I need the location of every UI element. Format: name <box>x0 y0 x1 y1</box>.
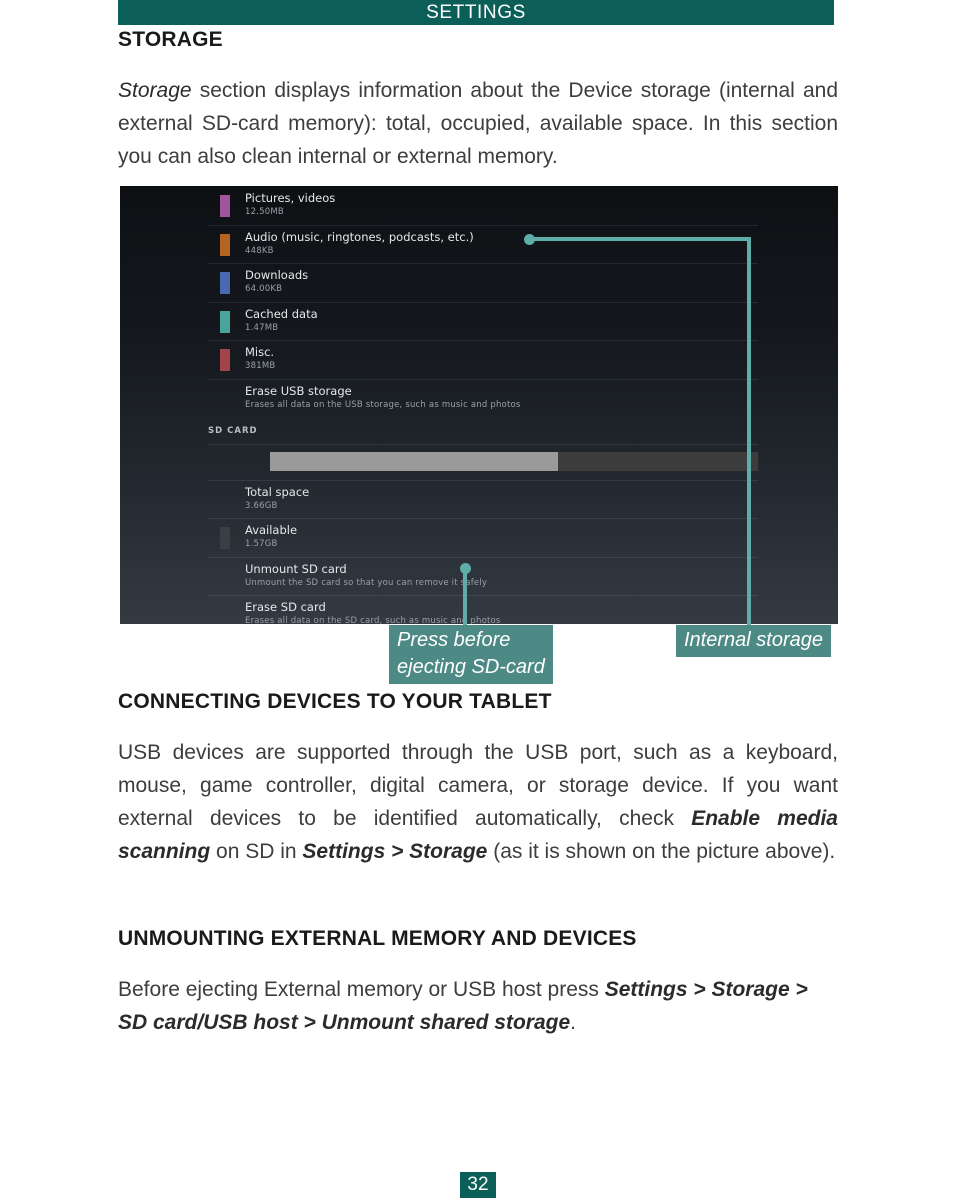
row-subtitle: 448KB <box>245 245 274 256</box>
storage-row[interactable]: Misc. 381MB <box>120 340 838 379</box>
sd-usage-bar <box>270 451 758 471</box>
storage-group-header: SD CARD <box>120 418 838 444</box>
page-number-value: 32 <box>467 1174 489 1195</box>
row-divider <box>208 595 758 597</box>
storage-row[interactable]: Available 1.57GB <box>120 518 838 557</box>
category-color-chip <box>220 272 230 295</box>
row-subtitle: 3.66GB <box>245 500 278 511</box>
category-color-chip <box>220 310 230 333</box>
storage-row[interactable]: Total space 3.66GB <box>120 479 838 519</box>
row-divider <box>208 224 758 226</box>
row-subtitle: Unmount the SD card so that you can remo… <box>245 577 488 588</box>
row-title: Erase USB storage <box>245 383 352 398</box>
row-title: Audio (music, ringtones, podcasts, etc.) <box>245 229 474 244</box>
row-title: Erase SD card <box>245 600 326 615</box>
storage-row[interactable]: Cached data 1.47MB <box>120 301 838 341</box>
row-title: Misc. <box>245 345 275 360</box>
unmounting-paragraph: Before ejecting External memory or USB h… <box>118 978 808 1035</box>
row-divider <box>208 340 758 342</box>
connecting-devices-paragraph: USB devices are supported through the US… <box>118 741 838 864</box>
storage-row[interactable]: Erase SD card Erases all data on the SD c… <box>120 595 838 624</box>
page-number: 32 <box>460 1172 496 1198</box>
leader-vertical-eject-sd <box>463 568 467 630</box>
leader-horizontal-internal-storage <box>529 237 751 241</box>
row-title: Total space <box>245 484 310 499</box>
group-label: SD CARD <box>208 425 258 436</box>
row-divider <box>208 443 758 445</box>
section-connecting-devices: CONNECTING DEVICES TO YOUR TABLET USB de… <box>118 690 838 874</box>
category-color-chip <box>220 233 230 256</box>
category-color-chip <box>220 349 230 372</box>
row-subtitle: 381MB <box>245 361 276 372</box>
page-title: STORAGE <box>118 28 223 51</box>
storage-row[interactable]: Pictures, videos 12.50MB <box>120 186 838 225</box>
android-storage-screenshot: Pictures, videos 12.50MB Audio (music, rin… <box>120 186 838 624</box>
callout-internal-storage: Internal storage <box>676 625 831 657</box>
row-subtitle: 64.00KB <box>245 284 283 295</box>
row-divider <box>208 479 758 481</box>
row-subtitle: 1.57GB <box>245 539 278 550</box>
callout-press-before-ejecting: Press before ejecting SD-card <box>389 625 553 684</box>
row-title: Available <box>245 523 298 538</box>
row-subtitle: 1.47MB <box>245 322 279 333</box>
running-header-title: SETTINGS <box>426 1 526 23</box>
category-color-chip <box>220 195 230 217</box>
section-storage: STORAGE Storage section displays informa… <box>118 28 838 179</box>
running-header: SETTINGS <box>118 0 834 25</box>
storage-row[interactable]: Downloads 64.00KB <box>120 263 838 302</box>
section-unmounting: UNMOUNTING EXTERNAL MEMORY AND DEVICES B… <box>118 927 838 1045</box>
row-divider <box>208 556 758 558</box>
storage-paragraph: Storage section displays information abo… <box>118 79 838 169</box>
row-title: Cached data <box>245 306 318 321</box>
storage-row <box>120 443 838 480</box>
row-divider <box>208 263 758 265</box>
category-color-chip <box>220 527 230 550</box>
row-subtitle: Erases all data on the USB storage, such… <box>245 399 521 410</box>
row-title: Downloads <box>245 268 309 283</box>
row-title: Pictures, videos <box>245 191 336 205</box>
unmounting-heading: UNMOUNTING EXTERNAL MEMORY AND DEVICES <box>118 927 637 950</box>
row-divider <box>208 301 758 303</box>
row-title: Unmount SD card <box>245 561 347 576</box>
connecting-devices-heading: CONNECTING DEVICES TO YOUR TABLET <box>118 690 552 713</box>
leader-vertical-internal-storage <box>747 237 751 629</box>
row-divider <box>208 378 758 380</box>
sd-usage-bar-fill <box>270 451 558 471</box>
storage-row[interactable]: Erase USB storage Erases all data on the … <box>120 378 838 418</box>
storage-row[interactable]: Audio (music, ringtones, podcasts, etc.)… <box>120 224 838 264</box>
storage-row-list: Pictures, videos 12.50MB Audio (music, rin… <box>120 186 838 624</box>
storage-row[interactable]: Unmount SD card Unmount the SD card so th… <box>120 556 838 596</box>
row-subtitle: 12.50MB <box>245 207 284 217</box>
row-divider <box>208 518 758 520</box>
